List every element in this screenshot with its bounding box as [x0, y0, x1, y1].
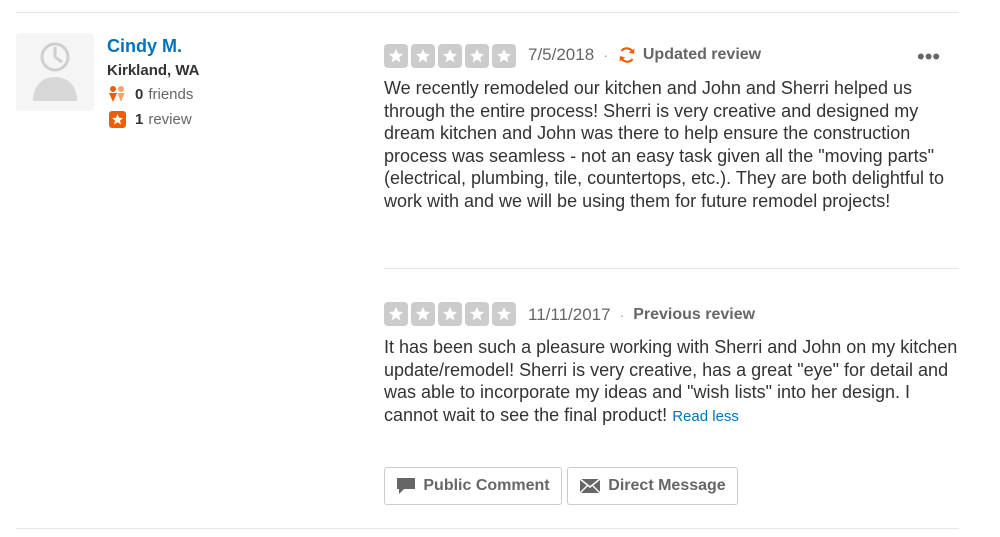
- rating-star-icon: [492, 302, 516, 326]
- top-divider: [16, 12, 959, 13]
- star-rating-current: [384, 44, 516, 68]
- star-rating-previous: [384, 302, 516, 326]
- friends-icon: [107, 85, 127, 103]
- review-date: 11/11/2017: [528, 305, 611, 324]
- reviews-count: 1: [135, 110, 144, 128]
- direct-message-label: Direct Message: [608, 477, 726, 494]
- rating-star-icon: [465, 44, 489, 68]
- current-review-text: We recently remodeled our kitchen and Jo…: [384, 78, 944, 211]
- public-comment-button[interactable]: Public Comment: [384, 467, 562, 505]
- envelope-icon: [579, 478, 601, 494]
- current-review-meta: 7/5/2018 · Updated review: [528, 45, 761, 65]
- friends-label: friends: [148, 85, 194, 103]
- friends-stat: 0 friends: [107, 85, 193, 103]
- previous-review-tag: Previous review: [633, 306, 756, 323]
- read-less-link[interactable]: Read less: [672, 408, 739, 425]
- updated-review-tag: Updated review: [642, 46, 762, 63]
- review-star-icon: [107, 110, 127, 128]
- rating-star-icon: [411, 302, 435, 326]
- separator-dot: ·: [619, 307, 625, 323]
- previous-review-meta: 11/11/2017 · Previous review: [528, 305, 755, 325]
- user-avatar[interactable]: [16, 33, 94, 111]
- rating-star-icon: [492, 44, 516, 68]
- user-name-link[interactable]: Cindy M.: [107, 36, 182, 57]
- rating-star-icon: [384, 44, 408, 68]
- bottom-divider: [16, 528, 959, 529]
- speech-bubble-icon: [396, 477, 416, 495]
- review-divider: [384, 268, 959, 269]
- previous-review-text: It has been such a pleasure working with…: [384, 337, 958, 425]
- rating-star-icon: [438, 302, 462, 326]
- rating-star-icon: [438, 44, 462, 68]
- rating-star-icon: [465, 302, 489, 326]
- friends-count: 0: [135, 85, 144, 103]
- refresh-icon: [617, 45, 637, 65]
- rating-star-icon: [411, 44, 435, 68]
- reviews-stat: 1 review: [107, 110, 192, 128]
- separator-dot: ·: [603, 47, 608, 63]
- more-options-icon[interactable]: •••: [917, 44, 940, 70]
- user-location: Kirkland, WA: [107, 62, 200, 79]
- reviews-label: review: [148, 110, 192, 128]
- direct-message-button[interactable]: Direct Message: [567, 467, 738, 505]
- rating-star-icon: [384, 302, 408, 326]
- previous-review-text-block: It has been such a pleasure working with…: [384, 336, 959, 428]
- public-comment-label: Public Comment: [423, 477, 550, 494]
- review-date: 7/5/2018: [528, 45, 595, 64]
- default-user-icon: [33, 42, 77, 101]
